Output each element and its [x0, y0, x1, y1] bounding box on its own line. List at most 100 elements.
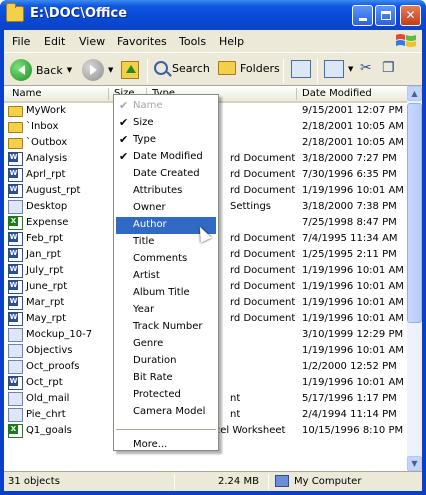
file-type: rd Document [230, 281, 296, 292]
menu-item-label: Camera Model [133, 406, 206, 417]
explorer-window: E:\DOC\Office ✕ File Edit View Favorites… [0, 0, 426, 495]
up-folder-button[interactable] [121, 61, 139, 79]
forward-button[interactable]: ▼ [82, 59, 113, 81]
file-name: Pie_chrt [26, 409, 66, 420]
menu-item-year[interactable]: Year [116, 302, 216, 319]
copy-button[interactable]: ❐ [382, 60, 395, 76]
status-object-count: 31 objects [8, 476, 60, 487]
word-document-icon [8, 376, 23, 390]
views-icon [324, 60, 344, 78]
scroll-down-button[interactable]: ▼ [407, 456, 422, 471]
file-type: rd Document [230, 185, 296, 196]
word-document-icon [8, 232, 23, 246]
file-date-modified: 1/19/1996 10:01 AM [302, 185, 404, 196]
scroll-up-button[interactable]: ▲ [407, 86, 422, 101]
menu-item-artist[interactable]: Artist [116, 268, 216, 285]
window-title: E:\DOC\Office [30, 6, 128, 21]
menu-item-camera-model[interactable]: Camera Model [116, 404, 216, 421]
back-button[interactable]: Back ▼ [10, 59, 72, 81]
folder-icon [8, 122, 23, 133]
file-icon [8, 344, 23, 358]
menu-item-date-modified[interactable]: ✔ Date Modified [116, 149, 216, 166]
folders-button[interactable]: Folders [218, 61, 280, 75]
file-type: nt [230, 409, 241, 420]
menu-item-size[interactable]: ✔ Size [116, 115, 216, 132]
file-type: Settings [230, 201, 272, 212]
menu-item-label: Date Created [133, 168, 200, 179]
column-divider[interactable] [108, 88, 109, 100]
menu-item-label: Attributes [133, 185, 183, 196]
menu-file[interactable]: File [12, 35, 30, 48]
column-date-modified[interactable]: Date Modified [302, 88, 372, 99]
search-icon [154, 61, 168, 75]
menu-item-date-created[interactable]: Date Created [116, 166, 216, 183]
file-date-modified: 1/25/1995 2:11 PM [302, 249, 397, 260]
word-document-icon [8, 312, 23, 326]
file-date-modified: 7/30/1996 6:35 PM [302, 169, 397, 180]
cut-button[interactable]: ✂ [360, 60, 372, 76]
menu-item-bit-rate[interactable]: Bit Rate [116, 370, 216, 387]
minimize-button[interactable] [352, 5, 373, 26]
scroll-thumb[interactable] [407, 103, 422, 323]
menu-item-type[interactable]: ✔ Type [116, 132, 216, 149]
file-name: Q1_goals [26, 425, 72, 436]
toolbar-separator [317, 59, 318, 83]
menu-item-attributes[interactable]: Attributes [116, 183, 216, 200]
file-date-modified: 3/18/2000 7:27 PM [302, 153, 397, 164]
file-name: Desktop [26, 201, 68, 212]
menu-item-protected[interactable]: Protected [116, 387, 216, 404]
file-date-modified: 1/19/1996 10:01 AM [302, 377, 404, 388]
column-name[interactable]: Name [12, 88, 42, 99]
file-date-modified: 10/15/1996 8:10 PM [302, 425, 404, 436]
file-date-modified: 1/19/1996 10:01 AM [302, 297, 404, 308]
menu-item-label: Date Modified [133, 151, 203, 162]
file-icon [8, 200, 23, 214]
dropdown-arrow-icon[interactable]: ▼ [67, 66, 72, 74]
file-icon [8, 360, 23, 374]
status-size: 2.24 MB [218, 476, 259, 487]
scissors-icon: ✂ [360, 60, 372, 76]
file-type: rd Document [230, 265, 296, 276]
close-button[interactable]: ✕ [400, 5, 421, 26]
menu-help[interactable]: Help [219, 35, 244, 48]
toolbar: Back ▼ ▼ Search Folders ▼ ✂ ❐ [4, 52, 422, 86]
file-date-modified: 9/15/2001 12:07 PM [302, 105, 404, 116]
menu-edit[interactable]: Edit [44, 35, 65, 48]
menu-item-label: Artist [133, 270, 160, 281]
folder-view-button[interactable] [291, 60, 311, 78]
file-name: Old_mail [26, 393, 70, 404]
title-bar[interactable]: E:\DOC\Office ✕ [0, 0, 426, 30]
word-document-icon [8, 248, 23, 262]
menu-item-duration[interactable]: Duration [116, 353, 216, 370]
menu-favorites[interactable]: Favorites [117, 35, 167, 48]
views-button[interactable]: ▼ [324, 60, 353, 78]
maximize-button[interactable] [375, 5, 396, 26]
file-name: May_rpt [26, 313, 67, 324]
dropdown-arrow-icon[interactable]: ▼ [348, 65, 353, 73]
dropdown-arrow-icon[interactable]: ▼ [108, 66, 113, 74]
file-name: August_rpt [26, 185, 81, 196]
menu-item-owner[interactable]: Owner [116, 200, 216, 217]
word-document-icon [8, 184, 23, 198]
menu-item-label: Duration [133, 355, 177, 366]
menu-tools[interactable]: Tools [179, 35, 206, 48]
menu-view[interactable]: View [79, 35, 105, 48]
menu-item-comments[interactable]: Comments [116, 251, 216, 268]
checkmark-icon: ✔ [119, 150, 129, 163]
file-date-modified: 1/19/1996 10:01 AM [302, 281, 404, 292]
menu-item-more[interactable]: More... [116, 437, 216, 454]
menu-item-label: Album Title [133, 287, 190, 298]
menu-item-label: Owner [133, 202, 166, 213]
file-name: Mockup_10-7 [26, 329, 93, 340]
file-name: `Inbox [26, 121, 59, 132]
column-divider[interactable] [296, 88, 297, 100]
file-date-modified: 2/18/2001 10:05 AM [302, 137, 404, 148]
menu-item-album-title[interactable]: Album Title [116, 285, 216, 302]
vertical-scrollbar[interactable]: ▲ ▼ [407, 86, 422, 471]
word-document-icon [8, 280, 23, 294]
search-button[interactable]: Search [154, 61, 210, 75]
file-date-modified: 7/4/1995 11:34 AM [302, 233, 398, 244]
file-name: Oct_rpt [26, 377, 63, 388]
menu-item-genre[interactable]: Genre [116, 336, 216, 353]
menu-item-track-number[interactable]: Track Number [116, 319, 216, 336]
